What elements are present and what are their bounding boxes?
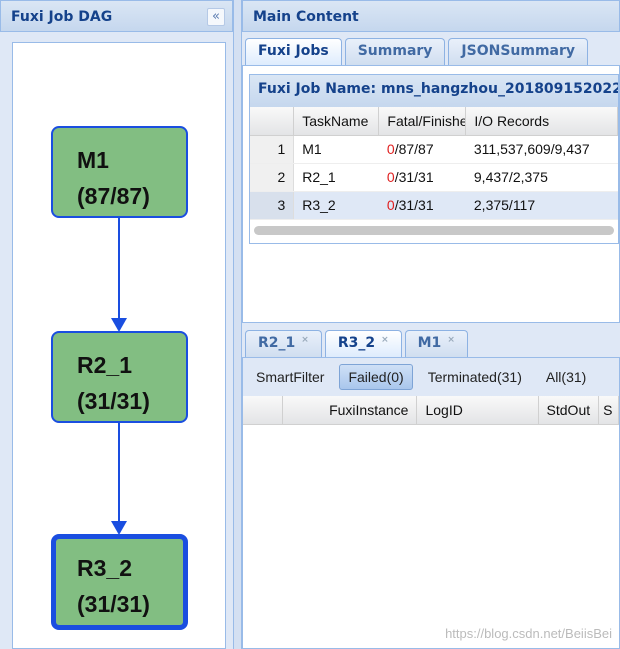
tab-m1[interactable]: M1 × [404,330,468,357]
filter-toolbar: SmartFilter Failed(0) Terminated(31) All… [243,358,619,396]
col-io-records[interactable]: I/O Records [465,107,618,136]
dag-node-r3-2[interactable]: R3_2 (31/31) [51,534,188,630]
node-count: (31/31) [77,388,150,414]
col-taskname[interactable]: TaskName [293,107,380,136]
splitter[interactable] [233,0,242,649]
tab-r3-2[interactable]: R3_2 × [324,330,402,357]
dag-canvas: M1 (87/87) R2_1 (31/31) R3_2 (31/31) [12,42,226,649]
table-row[interactable]: 2 R2_1 0/31/31 9,437/2,375 [250,163,618,192]
main-panel-title: Main Content [242,0,620,32]
node-name: R3_2 [77,555,132,581]
tab-json-summary[interactable]: JSONSummary [448,38,589,65]
col-fuxiinstance[interactable]: FuxiInstance [282,396,418,425]
smartfilter-button[interactable]: SmartFilter [247,364,333,390]
col-logid[interactable]: LogID [416,396,539,425]
table-row[interactable]: 1 M1 0/87/87 311,537,609/9,437 [250,135,618,164]
edge-arrow [111,423,127,535]
tab-r2-1[interactable]: R2_1 × [245,330,322,357]
failed-filter-button[interactable]: Failed(0) [339,364,413,390]
node-count: (87/87) [77,183,150,209]
dag-node-m1[interactable]: M1 (87/87) [51,126,188,218]
dag-node-r2-1[interactable]: R2_1 (31/31) [51,331,188,423]
close-icon[interactable]: × [447,335,455,345]
node-name: M1 [77,147,109,173]
table-row[interactable]: 3 R3_2 0/31/31 2,375/117 [250,191,618,220]
tab-summary[interactable]: Summary [344,38,446,65]
all-filter-button[interactable]: All(31) [537,364,595,390]
close-icon[interactable]: × [381,335,389,345]
horizontal-scrollbar[interactable] [254,225,614,235]
col-s[interactable]: S [598,396,619,425]
job-name-title: Fuxi Job Name: mns_hangzhou_201809152022 [250,75,618,107]
tab-fuxi-jobs[interactable]: Fuxi Jobs [245,38,342,65]
node-count: (31/31) [77,591,150,617]
watermark: https://blog.csdn.net/BeiisBei [445,626,612,641]
close-icon[interactable]: × [301,335,309,345]
node-name: R2_1 [77,352,132,378]
tasks-grid: TaskNameFatal/FinishedI/O Records 1M10/8… [250,107,618,220]
dag-panel: Fuxi Job DAG « M1 (87/87) R2_1 (31/31) R3_… [0,0,233,649]
terminated-filter-button[interactable]: Terminated(31) [419,364,531,390]
col-stdout[interactable]: StdOut [538,396,600,425]
edge-arrow [111,218,127,332]
main-panel: Main Content Fuxi Jobs Summary JSONSumma… [242,0,620,649]
col-fatal-finished[interactable]: Fatal/Finished [378,107,467,136]
instances-grid: FuxiInstance LogID StdOut S [243,396,619,425]
collapse-icon[interactable]: « [207,8,225,26]
dag-panel-title: Fuxi Job DAG [0,0,233,32]
